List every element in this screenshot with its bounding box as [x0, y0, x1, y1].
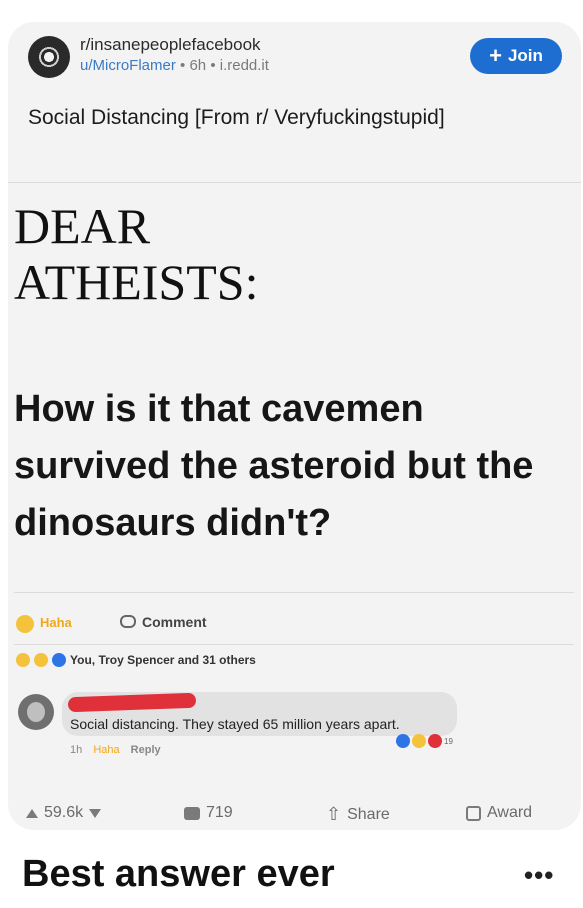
post-card[interactable]: r/insanepeoplefacebook u/MicroFlamer • 6… — [8, 22, 581, 830]
tweet-caption: Best answer ever — [22, 853, 335, 895]
upvote-arrow-icon[interactable] — [26, 808, 38, 818]
meme-heading-line2: ATHEISTS: — [14, 254, 259, 310]
divider — [8, 182, 581, 183]
haha-emoji-icon — [16, 615, 34, 633]
fb-haha-label: Haha — [40, 615, 72, 630]
fb-action-row: Haha Comment — [8, 607, 581, 641]
comment-reaction-count: 19 — [444, 736, 453, 746]
meme-question: How is it that cavemen survived the aste… — [14, 388, 534, 544]
award-gift-icon — [466, 805, 481, 821]
post-title[interactable]: Social Distancing [From r/ Veryfuckingst… — [28, 104, 468, 132]
downvote-arrow-icon[interactable] — [89, 808, 102, 818]
love-emoji-icon — [428, 734, 442, 748]
haha-emoji-icon — [412, 734, 426, 748]
wow-emoji-icon — [34, 653, 48, 667]
commenter-avatar — [18, 694, 54, 730]
comment-haha: Haha — [93, 744, 120, 756]
meme-heading: DEAR ATHEISTS: — [14, 198, 258, 310]
post-age: 6h — [189, 57, 207, 74]
fb-comment-label: Comment — [142, 614, 207, 630]
comment-count: 719 — [206, 804, 233, 821]
comment-text: Social distancing. They stayed 65 millio… — [70, 716, 400, 732]
share-icon: ⇧ — [326, 804, 342, 824]
more-options-icon[interactable]: ••• — [524, 860, 554, 891]
vote-control: 59.6k — [26, 804, 102, 822]
comment-time: 1h — [70, 744, 83, 756]
fb-reactors: You, Troy Spencer and 31 others — [16, 653, 256, 667]
post-action-bar: 59.6k 719 ⇧ Share Award — [8, 798, 581, 830]
reactors-text: You, Troy Spencer and 31 others — [70, 653, 256, 667]
post-domain[interactable]: i.redd.it — [220, 57, 269, 74]
share-button[interactable]: ⇧ Share — [326, 804, 390, 825]
award-label: Award — [487, 804, 533, 821]
divider — [14, 644, 574, 645]
comment-meta: 1h Haha Reply — [70, 744, 161, 756]
join-button[interactable]: + Join — [470, 38, 562, 74]
divider — [14, 592, 574, 593]
share-label: Share — [347, 805, 390, 823]
like-emoji-icon — [396, 734, 410, 748]
comments-button[interactable]: 719 — [184, 804, 233, 822]
meme-heading-line1: DEAR — [14, 198, 151, 254]
post-author[interactable]: u/MicroFlamer — [80, 57, 176, 74]
like-emoji-icon — [52, 653, 66, 667]
award-button[interactable]: Award — [466, 804, 532, 822]
comment-bubble-icon — [120, 615, 136, 628]
comment-reply: Reply — [130, 744, 161, 756]
haha-emoji-icon — [16, 653, 30, 667]
join-label: Join — [507, 46, 543, 65]
plus-icon: + — [489, 43, 502, 68]
comment-icon — [184, 806, 200, 820]
subreddit-avatar[interactable] — [28, 36, 70, 78]
comment-reactions: 19 — [396, 734, 453, 748]
subreddit-name[interactable]: r/insanepeoplefacebook — [80, 35, 261, 55]
upvote-count: 59.6k — [44, 804, 84, 821]
post-meta: u/MicroFlamer • 6h • i.redd.it — [80, 57, 269, 74]
